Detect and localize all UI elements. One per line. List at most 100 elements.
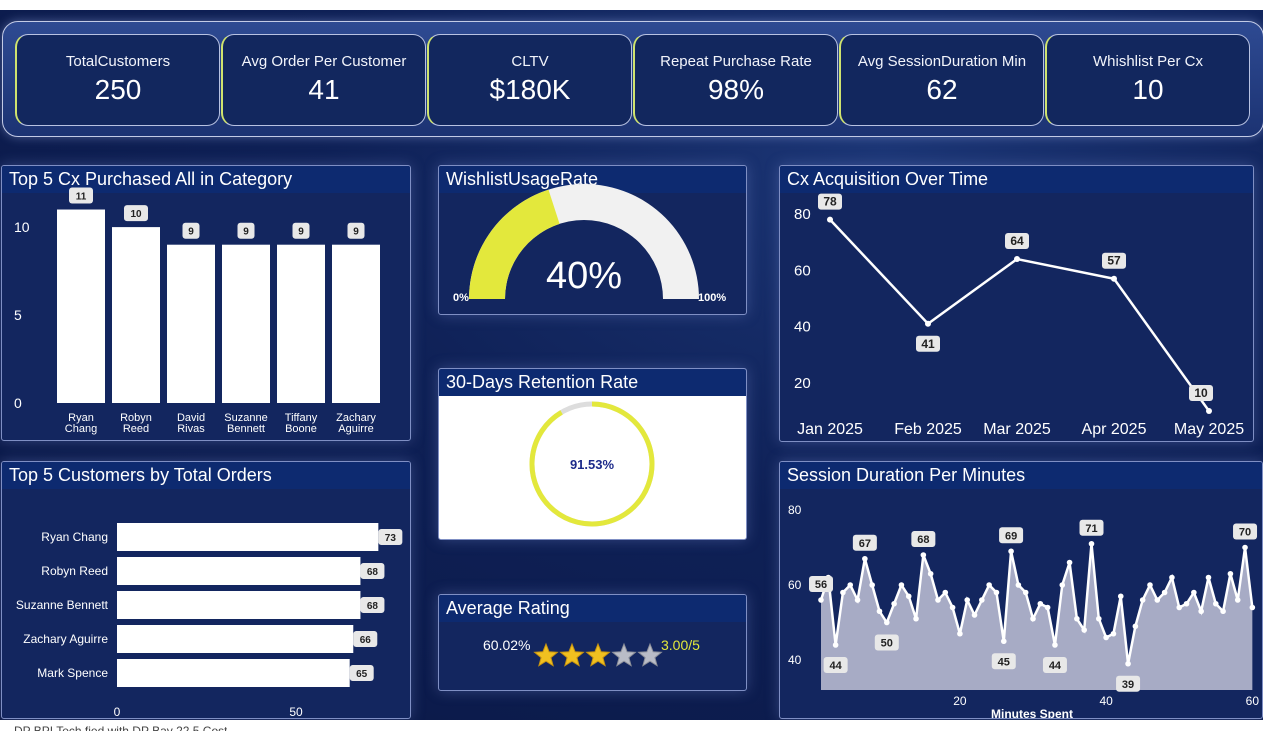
session-point[interactable] — [979, 597, 985, 603]
session-point[interactable] — [1000, 638, 1007, 645]
session-point[interactable] — [1249, 604, 1256, 611]
session-point[interactable] — [818, 597, 824, 603]
acquisition-point[interactable] — [1111, 275, 1117, 282]
order-bar[interactable] — [117, 625, 354, 653]
session-point[interactable] — [1022, 589, 1029, 596]
session-point[interactable] — [1117, 593, 1124, 600]
session-point[interactable] — [1066, 559, 1073, 566]
kpi-value: 250 — [94, 74, 142, 105]
session-point[interactable] — [832, 642, 839, 648]
bar-data-label: 68 — [360, 597, 385, 613]
session-point[interactable] — [1132, 623, 1139, 630]
session-point[interactable] — [847, 582, 854, 588]
panel-top5-category[interactable]: Top 5 Cx Purchased All in Category 0 5 10 1… — [1, 165, 411, 441]
order-bar[interactable] — [117, 591, 361, 619]
session-point[interactable] — [971, 612, 978, 618]
session-point[interactable] — [1227, 570, 1234, 577]
category-bar[interactable] — [332, 244, 380, 403]
panel-top5-orders[interactable]: Top 5 Customers by Total Orders Ryan Cha… — [1, 461, 411, 719]
session-point[interactable] — [1161, 589, 1168, 596]
session-point[interactable] — [964, 597, 971, 603]
panel-wishlist-usage[interactable]: WishlistUsageRate 40% 0% 100% — [438, 165, 747, 315]
category-bar[interactable] — [57, 209, 105, 403]
session-point[interactable] — [1008, 548, 1014, 555]
acquisition-point[interactable] — [1206, 408, 1212, 414]
session-point[interactable] — [891, 600, 897, 607]
order-bar[interactable] — [117, 523, 379, 551]
point-data-label-text: 41 — [921, 337, 935, 351]
session-point[interactable] — [1242, 544, 1248, 551]
session-point[interactable] — [957, 630, 963, 637]
session-point[interactable] — [898, 582, 905, 588]
session-point[interactable] — [869, 582, 875, 588]
session-point[interactable] — [1183, 600, 1190, 607]
panel-session-duration[interactable]: Session Duration Per Minutes 40 60 80 20 40 6… — [779, 461, 1263, 719]
kpi-card-repeat-purchase[interactable]: Repeat Purchase Rate 98% — [633, 34, 838, 126]
y-tick-label: Zachary Aguirre — [23, 632, 108, 646]
order-bar[interactable] — [117, 659, 350, 687]
session-point[interactable] — [1139, 597, 1146, 603]
session-point[interactable] — [949, 604, 956, 611]
session-point[interactable] — [1052, 642, 1058, 648]
session-point[interactable] — [1234, 597, 1241, 603]
session-point[interactable] — [1103, 634, 1109, 641]
kpi-card-avg-order[interactable]: Avg Order Per Customer 41 — [221, 34, 426, 126]
session-point[interactable] — [1212, 600, 1219, 607]
session-point[interactable] — [942, 589, 949, 596]
panel-acquisition[interactable]: Cx Acquisition Over Time 20 40 60 80 78 Jan 2… — [779, 165, 1254, 442]
x-tick-label: 20 — [953, 694, 967, 708]
session-point[interactable] — [986, 582, 992, 588]
kpi-card-total-customers[interactable]: TotalCustomers 250 — [15, 34, 220, 126]
session-point[interactable] — [862, 555, 868, 562]
bar-data-label: 11 — [69, 187, 93, 204]
kpi-value: 10 — [1132, 74, 1164, 105]
point-data-label-text: 10 — [1194, 386, 1208, 400]
session-point[interactable] — [935, 597, 941, 603]
session-point[interactable] — [1147, 582, 1153, 588]
session-point[interactable] — [1081, 627, 1087, 633]
panel-retention[interactable]: 30-Days Retention Rate 91.53% — [438, 368, 747, 540]
session-point[interactable] — [920, 552, 927, 558]
kpi-card-session-duration[interactable]: Avg SessionDuration Min 62 — [839, 34, 1044, 126]
session-point[interactable] — [1220, 608, 1226, 615]
session-point[interactable] — [1169, 574, 1175, 581]
session-point[interactable] — [1110, 630, 1117, 637]
session-point[interactable] — [905, 593, 912, 600]
session-point[interactable] — [1176, 604, 1183, 611]
session-point[interactable] — [1096, 615, 1102, 622]
order-bar[interactable] — [117, 557, 361, 585]
session-point[interactable] — [876, 608, 883, 615]
session-point[interactable] — [1044, 604, 1051, 611]
session-point[interactable] — [927, 570, 934, 577]
kpi-label: Avg SessionDuration Min — [857, 53, 1027, 70]
session-point[interactable] — [913, 615, 919, 622]
session-point[interactable] — [1074, 615, 1080, 622]
session-point[interactable] — [1205, 574, 1212, 581]
session-point[interactable] — [1191, 589, 1197, 596]
category-bar[interactable] — [167, 244, 215, 403]
category-bar[interactable] — [112, 227, 160, 403]
acquisition-point[interactable] — [925, 320, 931, 327]
panel-average-rating[interactable]: Average Rating 60.02% 3.00/5 — [438, 594, 747, 691]
session-point[interactable] — [854, 597, 861, 603]
acquisition-point[interactable] — [827, 216, 833, 223]
acquisition-point[interactable] — [1014, 256, 1020, 263]
wishlist-gauge: 40% 0% 100% — [453, 184, 726, 304]
session-point[interactable] — [1037, 600, 1044, 607]
session-point[interactable] — [1125, 660, 1131, 667]
session-point[interactable] — [1030, 615, 1036, 622]
session-point[interactable] — [1154, 597, 1161, 603]
session-point[interactable] — [1088, 540, 1095, 547]
session-point[interactable] — [840, 589, 846, 596]
session-point[interactable] — [883, 619, 890, 626]
session-point[interactable] — [1059, 582, 1066, 588]
kpi-card-wishlist-per-cx[interactable]: Whishlist Per Cx 10 — [1045, 34, 1250, 126]
session-point[interactable] — [1015, 582, 1022, 588]
session-point[interactable] — [1198, 608, 1204, 615]
y-tick-label: 10 — [14, 219, 30, 235]
session-point[interactable] — [993, 589, 1000, 596]
kpi-card-cltv[interactable]: CLTV $180K — [427, 34, 632, 126]
category-bar[interactable] — [277, 244, 325, 403]
category-bar[interactable] — [222, 244, 270, 403]
session-data-label: 71 — [1079, 519, 1104, 536]
